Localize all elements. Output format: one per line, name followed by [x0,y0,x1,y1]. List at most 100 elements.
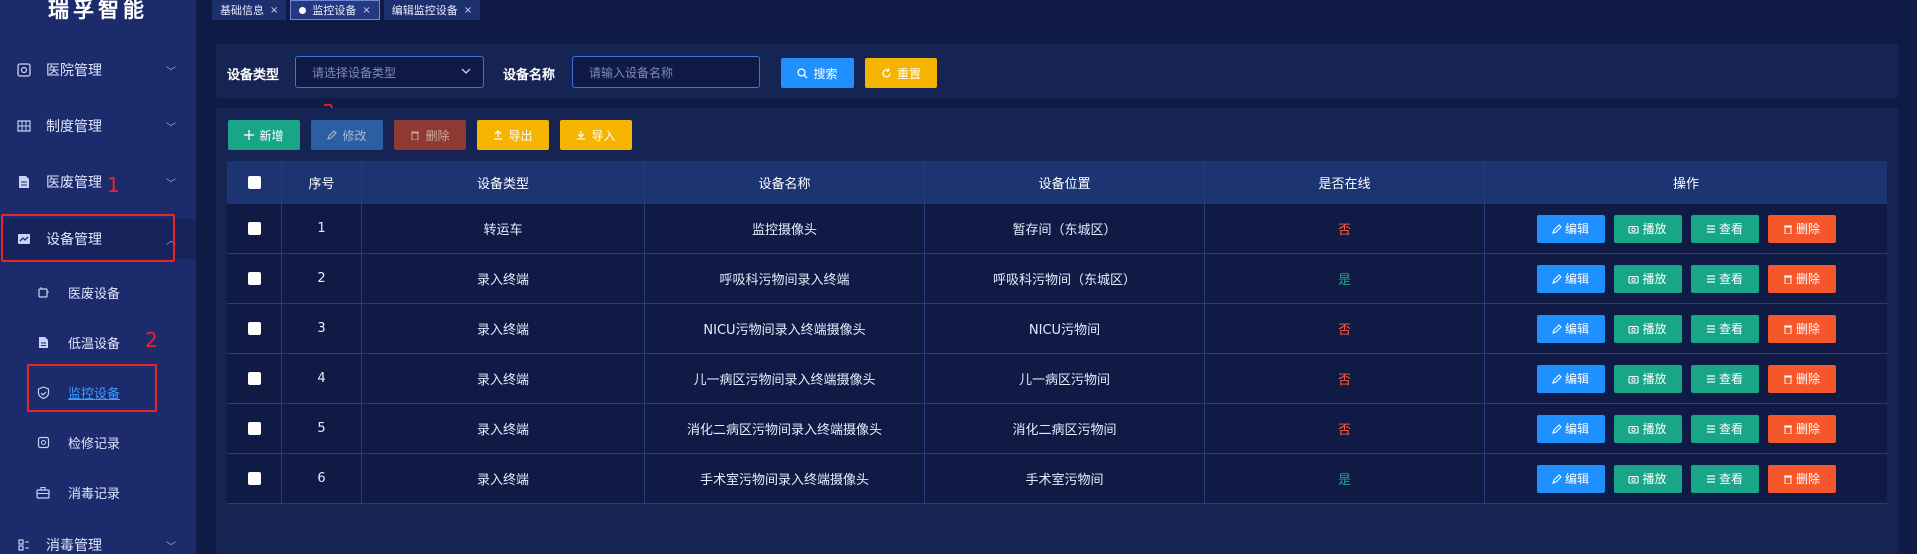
pencil-icon [1552,273,1562,284]
pencil-icon [327,130,338,140]
row-play-label: 播放 [1642,222,1667,236]
row-location: 暂存间（东城区） [925,204,1205,253]
device-table: 序号 设备类型 设备名称 设备位置 是否在线 操作 1 转运车 监控摄像头 暂存… [227,161,1887,504]
sidebar-item-hospital[interactable]: 医院管理 ﹀ [0,50,196,90]
tab-basic-info[interactable]: 基础信息 × [212,0,287,20]
row-actions: 编辑 播放 查看 删除 [1485,454,1887,503]
sidebar-subitem-disinfect-record[interactable]: 消毒记录 [0,472,196,512]
sidebar-subitem-cold-device[interactable]: 低温设备 [0,322,196,362]
row-checkbox[interactable] [247,272,261,285]
row-view-button[interactable]: 查看 [1690,264,1759,293]
close-icon[interactable]: × [270,5,278,16]
row-play-button[interactable]: 播放 [1613,214,1682,243]
row-select-cell [227,254,282,303]
delete-button-label: 删除 [425,128,450,143]
row-play-label: 播放 [1642,422,1667,436]
search-button[interactable]: 搜索 [781,58,854,88]
sidebar-item-policy[interactable]: 制度管理 ﹀ [0,106,196,146]
row-online: 否 [1205,304,1485,353]
device-icon [16,231,32,247]
row-delete-button[interactable]: 删除 [1767,264,1836,293]
row-delete-button[interactable]: 删除 [1767,214,1836,243]
disinfect-icon [16,537,32,553]
row-name: 呼吸科污物间录入终端 [645,254,925,303]
header-actions: 操作 [1672,177,1699,192]
row-view-label: 查看 [1718,322,1743,336]
add-button-label: 新增 [259,128,284,143]
row-edit-button[interactable]: 编辑 [1536,414,1605,443]
table-header: 序号 设备类型 设备名称 设备位置 是否在线 操作 [227,161,1887,204]
annotation-number-1: 1 [107,173,120,197]
tab-edit-monitor-device[interactable]: 编辑监控设备 × [383,0,481,20]
row-view-button[interactable]: 查看 [1690,364,1759,393]
list-icon [1706,224,1716,234]
row-view-button[interactable]: 查看 [1690,214,1759,243]
sidebar-item-disinfect[interactable]: 消毒管理 ﹀ [0,525,196,554]
device-type-select[interactable]: 请选择设备类型 [295,56,484,88]
pencil-icon [1552,473,1562,484]
close-icon[interactable]: × [362,5,370,16]
row-play-button[interactable]: 播放 [1613,314,1682,343]
device-name-label: 设备名称 [503,68,556,83]
row-play-button[interactable]: 播放 [1613,464,1682,493]
row-edit-label: 编辑 [1564,472,1589,486]
sidebar-item-device[interactable]: 设备管理 ︿ [0,219,196,259]
row-play-button[interactable]: 播放 [1613,414,1682,443]
export-button[interactable]: 导出 [477,120,549,150]
row-online: 否 [1205,404,1485,453]
header-no: 序号 [282,161,362,204]
row-play-button[interactable]: 播放 [1613,264,1682,293]
camera-icon [1628,324,1640,334]
delete-button[interactable]: 删除 [394,120,466,150]
trash-icon [1783,424,1793,434]
row-checkbox[interactable] [247,422,261,435]
row-delete-button[interactable]: 删除 [1767,364,1836,393]
chevron-down-icon [461,66,471,76]
reset-button[interactable]: 重置 [865,58,937,88]
row-select-cell [227,304,282,353]
row-edit-button[interactable]: 编辑 [1536,464,1605,493]
row-delete-label: 删除 [1795,422,1820,436]
upload-icon [493,130,503,140]
row-view-label: 查看 [1718,272,1743,286]
close-icon[interactable]: × [464,5,472,16]
row-checkbox[interactable] [247,472,261,485]
select-all-checkbox[interactable] [247,176,261,189]
row-edit-button[interactable]: 编辑 [1536,364,1605,393]
import-button[interactable]: 导入 [560,120,632,150]
edit-button[interactable]: 修改 [311,120,383,150]
row-online: 否 [1205,204,1485,253]
sidebar-item-label: 医废管理 [46,175,102,191]
device-name-input[interactable]: 请输入设备名称 [572,56,760,88]
row-edit-button[interactable]: 编辑 [1536,214,1605,243]
row-view-button[interactable]: 查看 [1690,314,1759,343]
list-icon [1706,374,1716,384]
row-name: 监控摄像头 [645,204,925,253]
row-delete-button[interactable]: 删除 [1767,464,1836,493]
row-delete-button[interactable]: 删除 [1767,314,1836,343]
row-edit-button[interactable]: 编辑 [1536,264,1605,293]
row-checkbox[interactable] [247,322,261,335]
tab-label: 基础信息 [220,4,264,17]
add-button[interactable]: 新增 [228,120,300,150]
row-location: 儿一病区污物间 [925,354,1205,403]
pencil-icon [1552,373,1562,384]
tab-monitor-device[interactable]: 监控设备 × [290,0,380,20]
row-view-button[interactable]: 查看 [1690,414,1759,443]
row-checkbox[interactable] [247,372,261,385]
row-checkbox[interactable] [247,222,261,235]
row-edit-label: 编辑 [1564,322,1589,336]
row-play-button[interactable]: 播放 [1613,364,1682,393]
search-icon [797,67,808,79]
sidebar-subitem-waste-device[interactable]: 医废设备 [0,272,196,312]
row-delete-button[interactable]: 删除 [1767,414,1836,443]
sidebar-item-medical-waste[interactable]: 医废管理 ﹀ [0,162,196,202]
chevron-down-icon: ﹀ [166,66,176,78]
row-view-button[interactable]: 查看 [1690,464,1759,493]
row-location: 呼吸科污物间（东城区） [925,254,1205,303]
row-edit-button[interactable]: 编辑 [1536,314,1605,343]
sidebar-subitem-monitor-device[interactable]: 监控设备 [0,372,196,412]
sidebar-subitem-repair-record[interactable]: 检修记录 [0,422,196,462]
row-select-cell [227,354,282,403]
row-online: 是 [1205,254,1485,303]
